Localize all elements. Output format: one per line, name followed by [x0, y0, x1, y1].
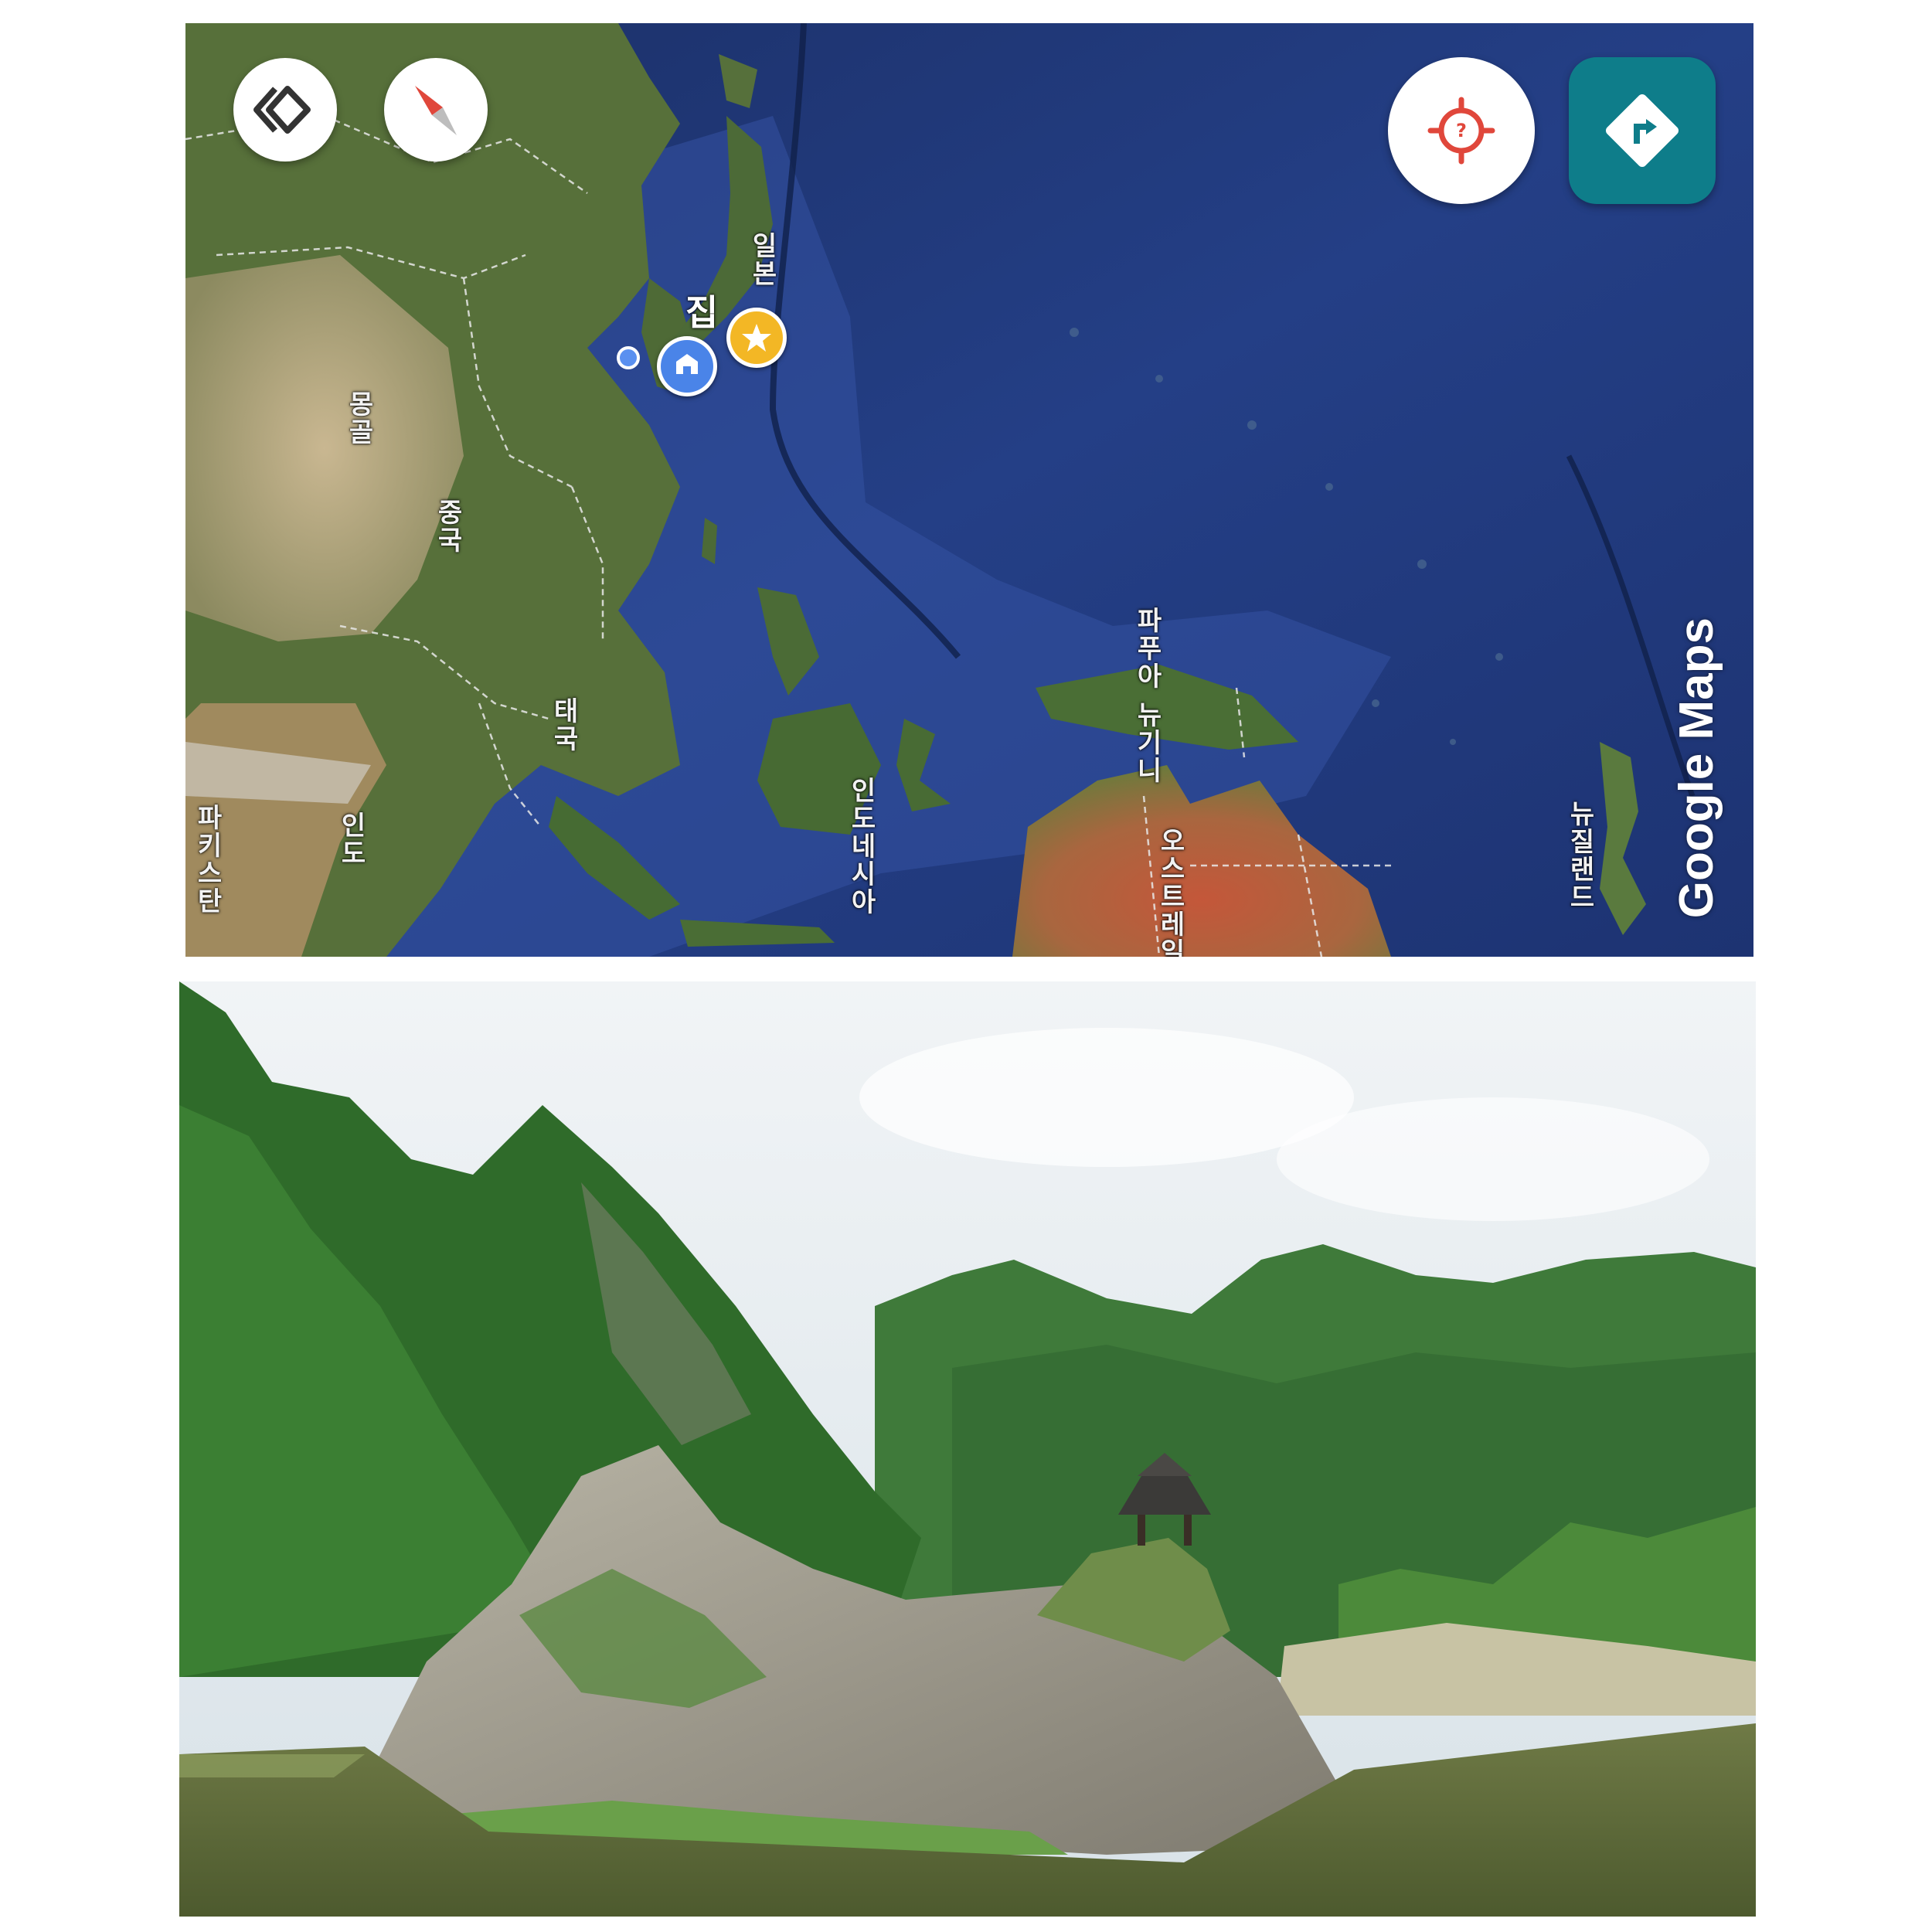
- country-label-indonesia: 인도네시아: [845, 777, 876, 916]
- country-label-papua-new-guinea: 파푸아 뉴기니: [1131, 607, 1162, 784]
- svg-text:?: ?: [1456, 120, 1467, 141]
- layers-button[interactable]: [233, 58, 337, 162]
- locate-button[interactable]: ?: [1388, 57, 1535, 204]
- country-label-thailand: 태국: [548, 697, 579, 753]
- directions-button[interactable]: [1569, 57, 1716, 204]
- home-label: 집: [679, 294, 720, 331]
- compass-icon: [415, 86, 457, 135]
- river-cliff-pavilion-scene: [179, 981, 1756, 1917]
- country-label-australia: 오스트레일리아: [1155, 827, 1185, 957]
- locate-icon: ?: [1427, 97, 1495, 165]
- home-pin-icon[interactable]: [657, 336, 717, 396]
- current-location-dot: [617, 346, 640, 369]
- country-label-new-zealand: 뉴질랜드: [1564, 800, 1595, 911]
- landscape-photo: [179, 981, 1756, 1917]
- compass-button[interactable]: [384, 58, 488, 162]
- country-label-mongolia: 몽골: [343, 390, 374, 446]
- country-label-pakistan: 파키스탄: [192, 804, 223, 915]
- layers-icon: [253, 86, 311, 134]
- map-view[interactable]: 집 일본 몽골 중국 태국 파키스탄 인도 인도네시아 파푸아 뉴기니 오스트레…: [185, 23, 1753, 957]
- star-pin-icon[interactable]: [726, 308, 787, 368]
- country-label-japan: 일본: [747, 232, 777, 287]
- country-label-india: 인도: [335, 811, 366, 867]
- country-label-china: 중국: [432, 498, 463, 554]
- google-maps-watermark: Google Maps: [1670, 617, 1723, 918]
- directions-icon: [1605, 94, 1679, 168]
